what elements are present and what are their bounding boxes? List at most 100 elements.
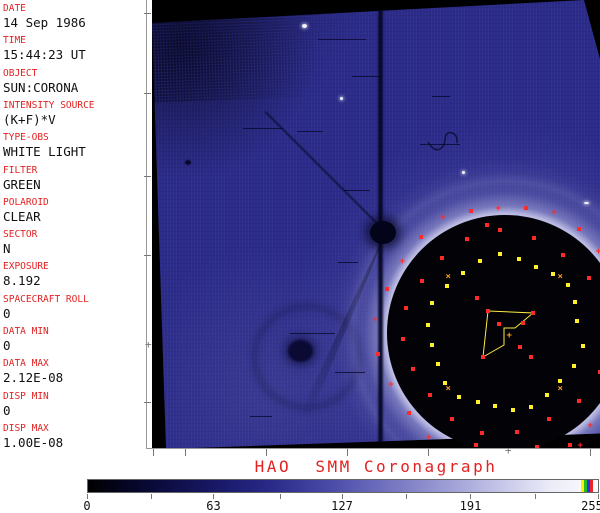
- red-fiducial-dot: [485, 223, 489, 227]
- smm-coronagraph-viewer: DATE 14 Sep 1986 TIME 15:44:23 UT OBJECT SUN:…: [0, 0, 600, 513]
- yellow-inner-circle-dot: [565, 283, 570, 288]
- red-outer-circle-dot: [469, 208, 474, 213]
- red-mid-circle-dot: [404, 306, 408, 311]
- red-mid-circle-dot: [515, 429, 520, 434]
- sidebar-field: FILTER GREEN: [3, 165, 145, 192]
- sidebar-field: OBJECT SUN:CORONA: [3, 67, 145, 95]
- red-fiducial-dot: [521, 321, 525, 325]
- left-axis-tick: [144, 176, 151, 177]
- field-value: (K+F)*V: [3, 111, 56, 127]
- colorbar-tick-label: 191: [459, 499, 482, 513]
- red-outer-circle-dot: [406, 410, 411, 415]
- red-outer-circle-plus-marker: +: [440, 213, 446, 224]
- bottom-axis-tick: [428, 449, 429, 456]
- red-outer-circle-dot: [376, 352, 381, 357]
- red-fiducial-dot: [529, 355, 533, 359]
- left-axis-tick: [144, 255, 151, 256]
- red-outer-circle-dot: [385, 286, 390, 291]
- coronagraph-image-area: +++++++++++++××××++: [152, 0, 600, 448]
- yellow-inner-circle-dot: [510, 407, 515, 412]
- red-outer-circle-plus-marker: +: [426, 432, 432, 443]
- yellow-inner-circle-dot: [430, 300, 435, 305]
- field-label: SPACECRAFT ROLL: [3, 293, 89, 305]
- red-outer-circle-plus-marker: +: [372, 315, 378, 326]
- colorbar-tick-label: 255: [581, 499, 600, 513]
- colorbar-tick-label: 63: [206, 499, 221, 513]
- field-value: 0: [3, 305, 11, 321]
- colorbar-tick: [279, 494, 281, 499]
- field-value: 8.192: [3, 273, 41, 289]
- yellow-inner-circle-dot: [575, 318, 580, 323]
- red-outer-circle-dot: [577, 227, 582, 232]
- red-outer-circle-dot: [418, 235, 423, 240]
- sidebar-field: TIME 15:44:23 UT: [3, 36, 145, 62]
- bottom-axis-tick: [153, 449, 154, 456]
- red-mid-circle-dot: [449, 416, 454, 421]
- red-mid-circle-dot: [531, 236, 536, 241]
- colorbar-tick-label: 0: [83, 499, 91, 513]
- red-mid-circle-dot: [419, 279, 424, 284]
- red-mid-circle-dot: [411, 366, 416, 371]
- sidebar-field: DISP MIN 0: [3, 391, 145, 418]
- red-fiducial-dot: [486, 309, 490, 313]
- yellow-inner-circle-dot: [477, 258, 482, 263]
- field-label: DISP MAX: [3, 422, 49, 434]
- yellow-inner-circle-dot: [550, 272, 555, 277]
- bottom-axis-tick: [347, 449, 348, 456]
- colorbar: [87, 479, 599, 493]
- red-mid-circle-dot: [400, 337, 405, 342]
- field-label: DATA MIN: [3, 326, 49, 337]
- colorbar-tick: [151, 494, 153, 499]
- colorbar-stripe: [590, 480, 593, 492]
- orange-plus-marker: +: [506, 331, 512, 341]
- red-outer-circle-plus-marker: +: [399, 257, 406, 268]
- red-mid-circle-dot: [427, 392, 432, 397]
- bottom-axis-tick: [185, 449, 186, 456]
- red-outer-circle-dot: [524, 206, 529, 211]
- sidebar-field: SPACECRAFT ROLL 0: [3, 293, 145, 321]
- yellow-inner-circle-dot: [497, 252, 502, 257]
- red-mid-circle-dot: [465, 236, 470, 241]
- red-mid-circle-dot: [498, 228, 503, 233]
- field-label: DATE: [3, 3, 26, 14]
- field-value: 15:44:23 UT: [3, 47, 86, 63]
- cursor-plus-bottom: +: [505, 444, 512, 457]
- field-label: EXPOSURE: [3, 261, 49, 273]
- plot-title: HAO SMM Coronagraph: [254, 457, 498, 476]
- red-fiducial-dot: [535, 445, 539, 448]
- artifact-squiggle: [427, 131, 458, 151]
- cursor-plus-left: +: [145, 338, 152, 351]
- yellow-inner-circle-dot: [573, 300, 578, 305]
- bottom-axis-tick: [590, 449, 591, 456]
- metadata-sidebar: DATE 14 Sep 1986 TIME 15:44:23 UT OBJECT SUN:…: [0, 0, 146, 449]
- red-fiducial-dot: [481, 355, 485, 359]
- field-label: SECTOR: [3, 229, 38, 241]
- red-outer-circle-plus-marker: +: [551, 207, 557, 218]
- yellow-inner-circle-dot: [457, 394, 462, 399]
- colorbar-tick-label: 127: [331, 499, 353, 513]
- sidebar-field: INTENSITY SOURCE (K+F)*V: [3, 100, 145, 127]
- field-label: OBJECT: [3, 67, 38, 79]
- red-mid-circle-dot: [576, 398, 581, 403]
- bottom-axis-tick: [266, 449, 267, 456]
- plot-frame-bottom-line: [146, 448, 600, 449]
- yellow-inner-circle-dot: [558, 379, 563, 384]
- red-fiducial-dot: [531, 311, 535, 315]
- yellow-inner-circle-dot: [436, 362, 440, 367]
- yellow-inner-circle-dot: [425, 322, 430, 327]
- field-value: N: [3, 241, 11, 257]
- yellow-inner-circle-dot: [580, 344, 585, 349]
- red-fiducial-dot: [475, 296, 479, 300]
- colorbar-gradient: [88, 480, 598, 492]
- sidebar-field: DISP MAX 1.00E-08: [3, 422, 145, 450]
- sidebar-field: DATA MAX 2.12E-08: [3, 359, 145, 385]
- red-outer-circle-plus-marker: +: [587, 420, 593, 431]
- field-value: GREEN: [3, 176, 41, 192]
- red-fiducial-dot: [497, 322, 501, 326]
- yellow-inner-circle-dot: [517, 256, 522, 261]
- yellow-inner-circle-dot: [430, 343, 435, 348]
- left-axis-tick: [144, 13, 151, 14]
- sidebar-field: DATA MIN 0: [3, 327, 145, 353]
- red-outer-circle-plus-marker: +: [595, 247, 600, 258]
- field-value: 2.12E-08: [3, 370, 64, 386]
